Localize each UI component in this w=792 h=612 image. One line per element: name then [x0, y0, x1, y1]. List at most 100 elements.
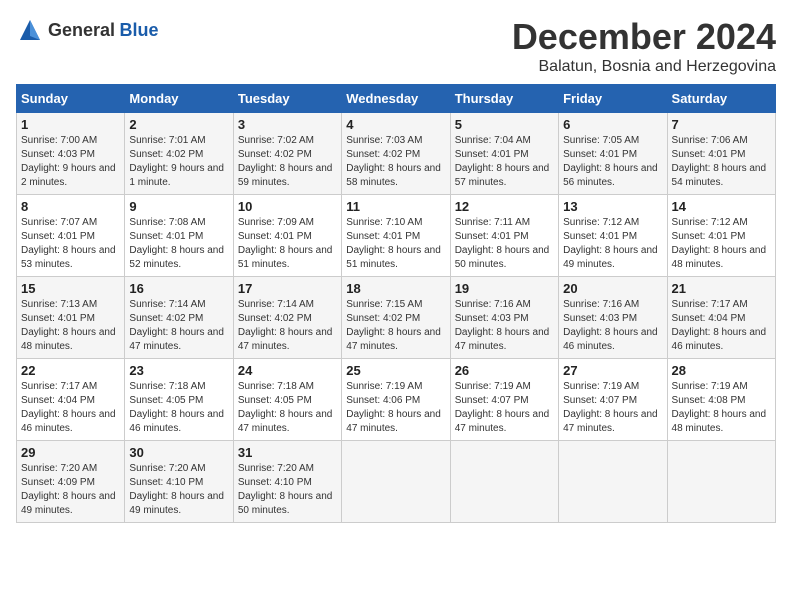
day-info: Sunrise: 7:16 AMSunset: 4:03 PMDaylight:…	[455, 299, 550, 352]
calendar-cell: 24 Sunrise: 7:18 AMSunset: 4:05 PMDaylig…	[233, 359, 341, 441]
day-number: 2	[129, 117, 228, 132]
day-number: 4	[346, 117, 445, 132]
header-sunday: Sunday	[17, 85, 125, 113]
calendar-cell: 18 Sunrise: 7:15 AMSunset: 4:02 PMDaylig…	[342, 277, 450, 359]
day-info: Sunrise: 7:02 AMSunset: 4:02 PMDaylight:…	[238, 135, 333, 188]
day-info: Sunrise: 7:14 AMSunset: 4:02 PMDaylight:…	[238, 299, 333, 352]
logo-general: General	[48, 20, 115, 40]
day-number: 18	[346, 281, 445, 296]
day-number: 6	[563, 117, 662, 132]
day-number: 19	[455, 281, 554, 296]
day-info: Sunrise: 7:14 AMSunset: 4:02 PMDaylight:…	[129, 299, 224, 352]
calendar-week-row: 1 Sunrise: 7:00 AMSunset: 4:03 PMDayligh…	[17, 113, 776, 195]
header-friday: Friday	[559, 85, 667, 113]
calendar-cell: 10 Sunrise: 7:09 AMSunset: 4:01 PMDaylig…	[233, 195, 341, 277]
calendar-cell: 21 Sunrise: 7:17 AMSunset: 4:04 PMDaylig…	[667, 277, 775, 359]
day-info: Sunrise: 7:19 AMSunset: 4:06 PMDaylight:…	[346, 381, 441, 434]
day-info: Sunrise: 7:05 AMSunset: 4:01 PMDaylight:…	[563, 135, 658, 188]
day-number: 26	[455, 363, 554, 378]
day-number: 3	[238, 117, 337, 132]
day-info: Sunrise: 7:06 AMSunset: 4:01 PMDaylight:…	[672, 135, 767, 188]
calendar-cell: 29 Sunrise: 7:20 AMSunset: 4:09 PMDaylig…	[17, 441, 125, 523]
day-info: Sunrise: 7:01 AMSunset: 4:02 PMDaylight:…	[129, 135, 224, 188]
calendar-cell: 13 Sunrise: 7:12 AMSunset: 4:01 PMDaylig…	[559, 195, 667, 277]
calendar-cell: 16 Sunrise: 7:14 AMSunset: 4:02 PMDaylig…	[125, 277, 233, 359]
calendar-week-row: 8 Sunrise: 7:07 AMSunset: 4:01 PMDayligh…	[17, 195, 776, 277]
calendar-cell: 19 Sunrise: 7:16 AMSunset: 4:03 PMDaylig…	[450, 277, 558, 359]
month-title: December 2024	[512, 16, 776, 58]
day-number: 29	[21, 445, 120, 460]
day-number: 17	[238, 281, 337, 296]
day-number: 21	[672, 281, 771, 296]
calendar-cell: 14 Sunrise: 7:12 AMSunset: 4:01 PMDaylig…	[667, 195, 775, 277]
calendar-cell: 12 Sunrise: 7:11 AMSunset: 4:01 PMDaylig…	[450, 195, 558, 277]
day-number: 9	[129, 199, 228, 214]
day-info: Sunrise: 7:16 AMSunset: 4:03 PMDaylight:…	[563, 299, 658, 352]
day-info: Sunrise: 7:20 AMSunset: 4:10 PMDaylight:…	[238, 463, 333, 516]
calendar-cell	[342, 441, 450, 523]
calendar-week-row: 29 Sunrise: 7:20 AMSunset: 4:09 PMDaylig…	[17, 441, 776, 523]
calendar-cell: 3 Sunrise: 7:02 AMSunset: 4:02 PMDayligh…	[233, 113, 341, 195]
day-number: 7	[672, 117, 771, 132]
day-info: Sunrise: 7:19 AMSunset: 4:07 PMDaylight:…	[455, 381, 550, 434]
day-info: Sunrise: 7:19 AMSunset: 4:07 PMDaylight:…	[563, 381, 658, 434]
header-row: Sunday Monday Tuesday Wednesday Thursday…	[17, 85, 776, 113]
day-number: 15	[21, 281, 120, 296]
day-number: 12	[455, 199, 554, 214]
day-info: Sunrise: 7:17 AMSunset: 4:04 PMDaylight:…	[672, 299, 767, 352]
calendar-cell: 28 Sunrise: 7:19 AMSunset: 4:08 PMDaylig…	[667, 359, 775, 441]
day-info: Sunrise: 7:18 AMSunset: 4:05 PMDaylight:…	[238, 381, 333, 434]
calendar-cell: 5 Sunrise: 7:04 AMSunset: 4:01 PMDayligh…	[450, 113, 558, 195]
day-number: 14	[672, 199, 771, 214]
header-monday: Monday	[125, 85, 233, 113]
day-info: Sunrise: 7:00 AMSunset: 4:03 PMDaylight:…	[21, 135, 116, 188]
calendar-cell: 15 Sunrise: 7:13 AMSunset: 4:01 PMDaylig…	[17, 277, 125, 359]
calendar-cell: 17 Sunrise: 7:14 AMSunset: 4:02 PMDaylig…	[233, 277, 341, 359]
logo: General Blue	[16, 16, 159, 44]
calendar-cell: 4 Sunrise: 7:03 AMSunset: 4:02 PMDayligh…	[342, 113, 450, 195]
calendar-cell: 30 Sunrise: 7:20 AMSunset: 4:10 PMDaylig…	[125, 441, 233, 523]
day-number: 23	[129, 363, 228, 378]
header-wednesday: Wednesday	[342, 85, 450, 113]
day-info: Sunrise: 7:12 AMSunset: 4:01 PMDaylight:…	[563, 217, 658, 270]
day-number: 8	[21, 199, 120, 214]
page-header: General Blue December 2024 Balatun, Bosn…	[16, 16, 776, 76]
day-info: Sunrise: 7:17 AMSunset: 4:04 PMDaylight:…	[21, 381, 116, 434]
day-number: 13	[563, 199, 662, 214]
day-info: Sunrise: 7:04 AMSunset: 4:01 PMDaylight:…	[455, 135, 550, 188]
day-number: 30	[129, 445, 228, 460]
location-title: Balatun, Bosnia and Herzegovina	[512, 58, 776, 76]
day-info: Sunrise: 7:11 AMSunset: 4:01 PMDaylight:…	[455, 217, 550, 270]
calendar-cell: 26 Sunrise: 7:19 AMSunset: 4:07 PMDaylig…	[450, 359, 558, 441]
calendar-week-row: 22 Sunrise: 7:17 AMSunset: 4:04 PMDaylig…	[17, 359, 776, 441]
calendar-cell	[450, 441, 558, 523]
calendar-cell: 22 Sunrise: 7:17 AMSunset: 4:04 PMDaylig…	[17, 359, 125, 441]
day-number: 25	[346, 363, 445, 378]
calendar-table: Sunday Monday Tuesday Wednesday Thursday…	[16, 84, 776, 523]
calendar-cell: 6 Sunrise: 7:05 AMSunset: 4:01 PMDayligh…	[559, 113, 667, 195]
day-info: Sunrise: 7:07 AMSunset: 4:01 PMDaylight:…	[21, 217, 116, 270]
day-number: 22	[21, 363, 120, 378]
day-info: Sunrise: 7:03 AMSunset: 4:02 PMDaylight:…	[346, 135, 441, 188]
calendar-cell: 1 Sunrise: 7:00 AMSunset: 4:03 PMDayligh…	[17, 113, 125, 195]
calendar-cell: 8 Sunrise: 7:07 AMSunset: 4:01 PMDayligh…	[17, 195, 125, 277]
header-tuesday: Tuesday	[233, 85, 341, 113]
day-number: 24	[238, 363, 337, 378]
day-info: Sunrise: 7:13 AMSunset: 4:01 PMDaylight:…	[21, 299, 116, 352]
day-info: Sunrise: 7:20 AMSunset: 4:10 PMDaylight:…	[129, 463, 224, 516]
logo-icon	[16, 16, 44, 44]
day-number: 28	[672, 363, 771, 378]
calendar-cell: 2 Sunrise: 7:01 AMSunset: 4:02 PMDayligh…	[125, 113, 233, 195]
day-info: Sunrise: 7:15 AMSunset: 4:02 PMDaylight:…	[346, 299, 441, 352]
day-info: Sunrise: 7:10 AMSunset: 4:01 PMDaylight:…	[346, 217, 441, 270]
day-info: Sunrise: 7:09 AMSunset: 4:01 PMDaylight:…	[238, 217, 333, 270]
calendar-cell	[667, 441, 775, 523]
day-info: Sunrise: 7:19 AMSunset: 4:08 PMDaylight:…	[672, 381, 767, 434]
day-number: 20	[563, 281, 662, 296]
calendar-cell: 31 Sunrise: 7:20 AMSunset: 4:10 PMDaylig…	[233, 441, 341, 523]
logo-blue: Blue	[120, 20, 159, 40]
calendar-body: 1 Sunrise: 7:00 AMSunset: 4:03 PMDayligh…	[17, 113, 776, 523]
calendar-cell: 9 Sunrise: 7:08 AMSunset: 4:01 PMDayligh…	[125, 195, 233, 277]
day-number: 31	[238, 445, 337, 460]
day-info: Sunrise: 7:12 AMSunset: 4:01 PMDaylight:…	[672, 217, 767, 270]
